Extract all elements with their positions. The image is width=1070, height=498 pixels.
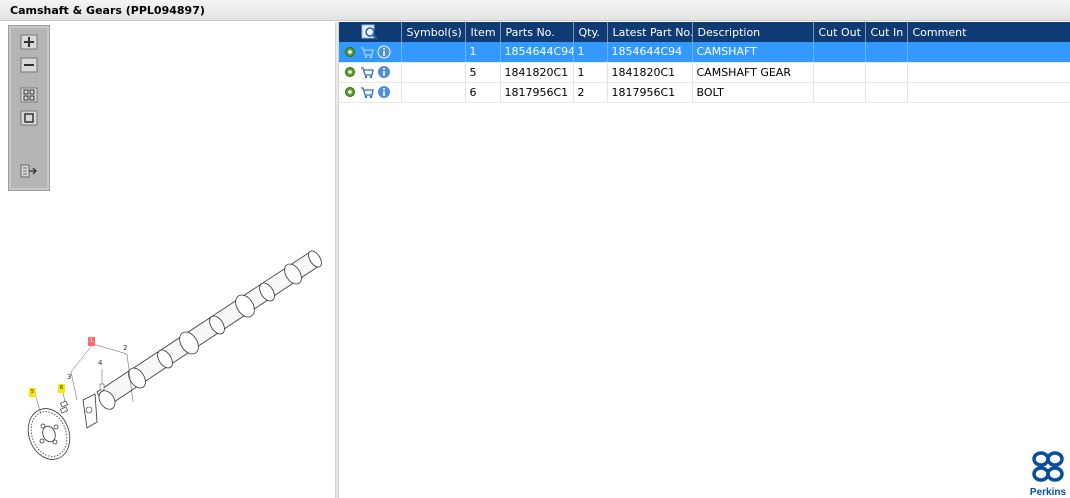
info-icon[interactable]: [377, 65, 391, 79]
zoom-in-icon: [20, 34, 38, 50]
cell-latest-part-no: 1841820C1: [607, 62, 693, 83]
callout-item-5[interactable]: 5: [29, 388, 36, 397]
cell-cut-out: [813, 62, 866, 83]
zoom-out-button[interactable]: [20, 57, 38, 73]
cell-comment: [907, 82, 1070, 103]
fit-window-icon: [20, 110, 38, 126]
cell-description: CAMSHAFT: [692, 42, 814, 63]
column-header-cut-out[interactable]: Cut Out: [813, 22, 866, 42]
cell-item: 6: [465, 82, 501, 103]
brand-logo: Perkins: [1026, 450, 1070, 498]
callout-item-6[interactable]: 6: [58, 384, 65, 393]
column-header-description[interactable]: Description: [692, 22, 814, 42]
row-actions: [339, 82, 402, 103]
cell-parts-no: 1817956C1: [500, 82, 574, 103]
cell-comment: [907, 62, 1070, 83]
gear-icon[interactable]: [343, 85, 357, 99]
table-row[interactable]: 1 1854644C94 1 1854644C94 CAMSHAFT: [339, 42, 1070, 63]
column-header-parts-no[interactable]: Parts No.: [500, 22, 574, 42]
export-icon: [20, 164, 37, 178]
camshaft-drawing: [27, 250, 322, 460]
cell-cut-in: [865, 82, 908, 103]
column-header-qty[interactable]: Qty.: [573, 22, 608, 42]
parts-list: Symbol(s) Item Parts No. Qty. Latest Par…: [339, 22, 1070, 498]
drawing-label-4: 4: [98, 359, 103, 367]
cell-symbols: [401, 62, 466, 83]
drawing-label-3: 3: [67, 373, 72, 381]
cell-description: BOLT: [692, 82, 814, 103]
column-header-comment[interactable]: Comment: [907, 22, 1070, 42]
column-header-item[interactable]: Item: [465, 22, 501, 42]
cell-parts-no: 1841820C1: [500, 62, 574, 83]
drawing-label-2: 2: [123, 344, 128, 352]
cell-qty: 1: [573, 42, 608, 63]
cell-comment: [907, 42, 1070, 63]
cell-cut-out: [813, 82, 866, 103]
table-row[interactable]: 5 1841820C1 1 1841820C1 CAMSHAFT GEAR: [339, 62, 1070, 83]
table-row[interactable]: 6 1817956C1 2 1817956C1 BOLT: [339, 82, 1070, 103]
brand-name: Perkins: [1029, 487, 1067, 498]
cell-symbols: [401, 42, 466, 63]
fit-all-button[interactable]: [20, 87, 38, 103]
cell-item: 1: [465, 42, 501, 63]
zoom-toolbar: [8, 25, 50, 191]
magnifier-icon: [361, 24, 378, 40]
cell-cut-in: [865, 62, 908, 83]
fit-window-button[interactable]: [20, 110, 38, 126]
cell-qty: 1: [573, 62, 608, 83]
info-icon[interactable]: [377, 45, 391, 59]
callout-item-1[interactable]: 1: [88, 337, 95, 346]
gear-icon[interactable]: [343, 65, 357, 79]
zoom-in-button[interactable]: [20, 34, 38, 50]
cell-description: CAMSHAFT GEAR: [692, 62, 814, 83]
fit-all-icon: [20, 87, 38, 103]
export-button[interactable]: [20, 163, 38, 179]
cell-cut-in: [865, 42, 908, 63]
column-header-latest-part-no[interactable]: Latest Part No.: [607, 22, 693, 42]
cart-icon[interactable]: [360, 85, 374, 99]
table-header-row: Symbol(s) Item Parts No. Qty. Latest Par…: [339, 22, 1070, 42]
column-header-cut-in[interactable]: Cut In: [865, 22, 908, 42]
cell-cut-out: [813, 42, 866, 63]
cell-symbols: [401, 82, 466, 103]
cart-icon[interactable]: [360, 45, 374, 59]
row-actions: [339, 62, 402, 83]
row-actions: [339, 42, 402, 63]
perkins-logo-icon: [1032, 451, 1064, 482]
parts-illustration[interactable]: 1 5 6 2 3 4: [5, 222, 335, 482]
zoom-out-icon: [20, 57, 38, 73]
cell-latest-part-no: 1854644C94: [607, 42, 693, 63]
illustration-pane: 1 5 6 2 3 4: [5, 22, 335, 498]
cart-icon[interactable]: [360, 65, 374, 79]
cell-item: 5: [465, 62, 501, 83]
parts-table: Symbol(s) Item Parts No. Qty. Latest Par…: [339, 22, 1070, 103]
header-search-cell[interactable]: [339, 22, 402, 42]
info-icon[interactable]: [377, 85, 391, 99]
window-title: Camshaft & Gears (PPL094897): [0, 0, 1070, 21]
gear-icon[interactable]: [343, 45, 357, 59]
column-header-symbols[interactable]: Symbol(s): [401, 22, 466, 42]
cell-qty: 2: [573, 82, 608, 103]
cell-latest-part-no: 1817956C1: [607, 82, 693, 103]
cell-parts-no: 1854644C94: [500, 42, 574, 63]
